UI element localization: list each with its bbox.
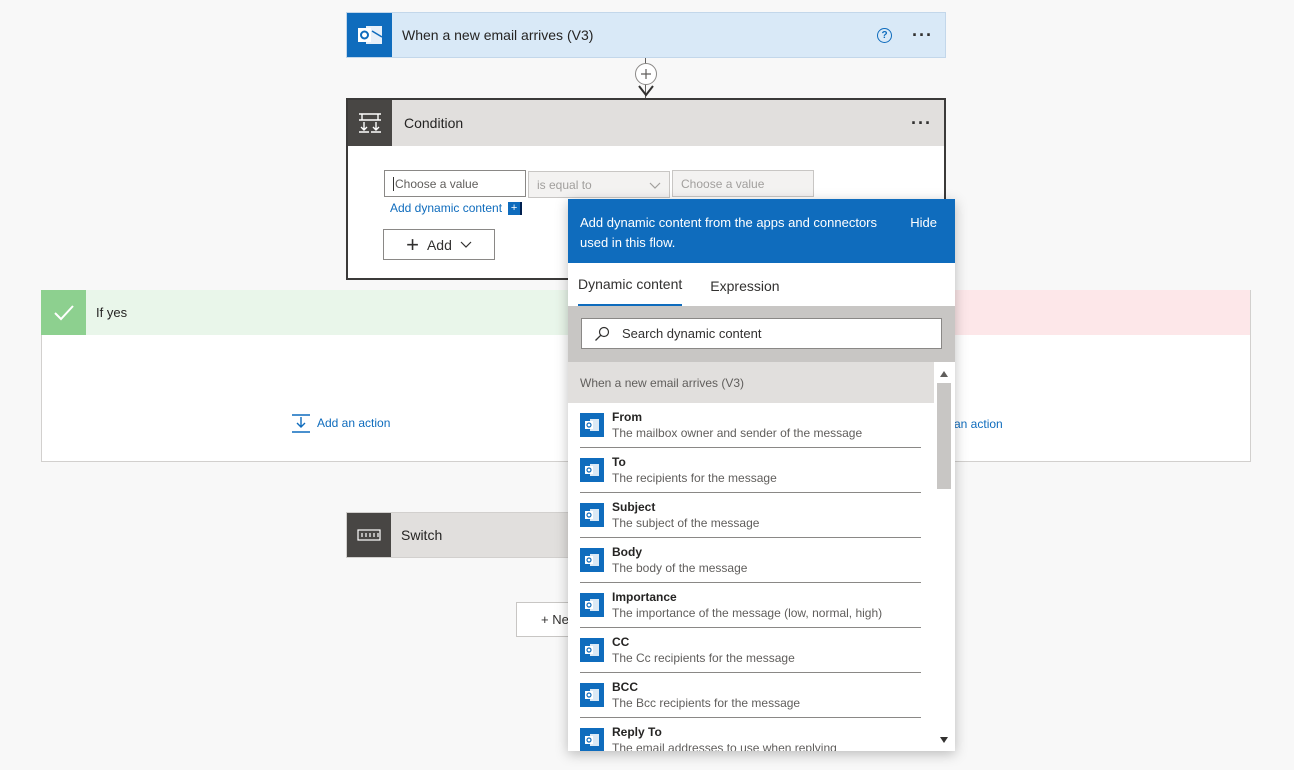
item-name: BCC <box>612 680 800 694</box>
item-description: The Cc recipients for the message <box>612 651 795 665</box>
if-no-add-action-link[interactable]: an action <box>954 417 1003 431</box>
item-description: The subject of the message <box>612 516 759 530</box>
dynamic-content-item[interactable]: From The mailbox owner and sender of the… <box>580 403 921 448</box>
dynamic-content-panel: Add dynamic content from the apps and co… <box>568 199 955 751</box>
if-yes-add-action-link[interactable]: Add an action <box>291 413 390 433</box>
add-row-button[interactable]: + Add <box>383 229 495 260</box>
dynamic-content-item[interactable]: Subject The subject of the message <box>580 493 921 538</box>
tab-dynamic-content[interactable]: Dynamic content <box>578 263 682 306</box>
item-name: Subject <box>612 500 759 514</box>
list-scrollbar[interactable] <box>936 367 952 747</box>
item-name: Reply To <box>612 725 837 739</box>
operator-value: is equal to <box>537 178 592 192</box>
condition-title: Condition <box>404 115 911 131</box>
outlook-icon <box>347 13 392 57</box>
search-placeholder: Search dynamic content <box>622 326 761 341</box>
add-button-label: Add <box>427 237 452 253</box>
new-step-label: + Ne <box>541 612 569 627</box>
add-action-label: an action <box>954 417 1003 431</box>
group-header: When a new email arrives (V3) <box>568 362 934 403</box>
plus-icon: + <box>406 236 419 254</box>
dynamic-content-item[interactable]: Importance The importance of the message… <box>580 583 921 628</box>
outlook-icon <box>580 728 604 751</box>
item-description: The importance of the message (low, norm… <box>612 606 882 620</box>
dynamic-content-item[interactable]: Reply To The email addresses to use when… <box>580 718 921 751</box>
dynamic-content-item[interactable]: Body The body of the message <box>580 538 921 583</box>
scroll-down-icon[interactable] <box>940 737 948 743</box>
search-container: Search dynamic content <box>568 306 955 362</box>
outlook-icon <box>580 638 604 662</box>
chevron-down-icon <box>649 179 661 191</box>
add-dynamic-content-link[interactable]: Add dynamic content + <box>390 201 522 215</box>
item-description: The mailbox owner and sender of the mess… <box>612 426 862 440</box>
item-name: CC <box>612 635 795 649</box>
item-name: To <box>612 455 777 469</box>
popup-beak <box>556 206 568 226</box>
dynamic-content-header: Add dynamic content from the apps and co… <box>568 199 955 263</box>
if-yes-header[interactable]: If yes <box>41 290 646 335</box>
condition-more-button[interactable]: ··· <box>911 118 932 128</box>
dynamic-content-item[interactable]: BCC The Bcc recipients for the message <box>580 673 921 718</box>
dynamic-content-tabs: Dynamic content Expression <box>568 263 955 306</box>
condition-icon <box>348 100 392 146</box>
condition-left-value-input[interactable]: Choose a value <box>384 170 526 197</box>
scroll-up-icon[interactable] <box>940 371 948 377</box>
arrow-down-icon <box>637 84 655 98</box>
checkmark-icon <box>41 290 86 335</box>
dynamic-content-header-text: Add dynamic content from the apps and co… <box>580 213 890 253</box>
tab-expression[interactable]: Expression <box>710 263 779 306</box>
condition-right-value-input[interactable]: Choose a value <box>672 170 814 197</box>
switch-title: Switch <box>401 527 442 543</box>
trigger-more-button[interactable]: ··· <box>912 30 933 40</box>
left-value-placeholder: Choose a value <box>393 177 478 191</box>
if-yes-label: If yes <box>96 305 127 320</box>
outlook-icon <box>580 503 604 527</box>
outlook-icon <box>580 593 604 617</box>
add-action-icon <box>291 413 311 433</box>
dynamic-content-item[interactable]: To The recipients for the message <box>580 448 921 493</box>
right-value-placeholder: Choose a value <box>681 177 764 191</box>
item-name: Importance <box>612 590 882 604</box>
scrollbar-thumb[interactable] <box>937 383 951 489</box>
help-icon[interactable]: ? <box>877 28 892 43</box>
search-icon <box>594 326 610 342</box>
item-description: The body of the message <box>612 561 747 575</box>
add-dynamic-plus-icon: + <box>508 202 522 215</box>
search-dynamic-content-input[interactable]: Search dynamic content <box>581 318 942 349</box>
outlook-icon <box>580 548 604 572</box>
item-description: The recipients for the message <box>612 471 777 485</box>
item-name: From <box>612 410 862 424</box>
trigger-card[interactable]: When a new email arrives (V3) ? ··· <box>346 12 946 58</box>
add-action-label: Add an action <box>317 416 390 430</box>
outlook-icon <box>580 413 604 437</box>
dynamic-content-item[interactable]: CC The Cc recipients for the message <box>580 628 921 673</box>
chevron-down-icon <box>460 241 472 249</box>
outlook-icon <box>580 458 604 482</box>
switch-icon <box>347 513 391 557</box>
item-description: The email addresses to use when replying <box>612 741 837 751</box>
condition-operator-select[interactable]: is equal to <box>528 171 670 198</box>
insert-step-button[interactable] <box>635 63 657 85</box>
dynamic-content-list: When a new email arrives (V3) From The m… <box>568 362 934 751</box>
outlook-icon <box>580 683 604 707</box>
item-name: Body <box>612 545 747 559</box>
plus-icon <box>641 69 651 79</box>
trigger-title: When a new email arrives (V3) <box>402 27 877 43</box>
add-dynamic-content-label: Add dynamic content <box>390 201 502 215</box>
item-description: The Bcc recipients for the message <box>612 696 800 710</box>
hide-button[interactable]: Hide <box>910 213 937 233</box>
